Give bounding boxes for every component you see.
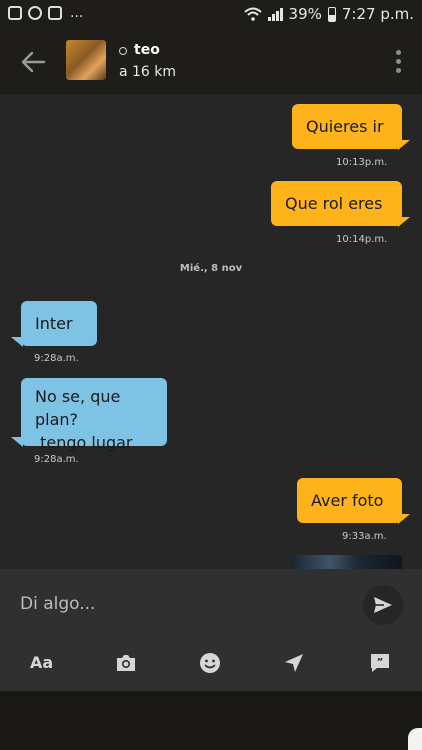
- bubble-tail: [398, 514, 410, 524]
- status-left-icons: ...: [8, 6, 83, 20]
- message-time: 9:33a.m.: [342, 531, 387, 542]
- day-separator: Mié., 8 nov: [179, 263, 243, 274]
- back-arrow-icon[interactable]: [20, 50, 46, 74]
- more-notifications: ...: [70, 5, 84, 21]
- online-status-icon: [119, 47, 127, 55]
- instagram-icon: [48, 6, 62, 20]
- whatsapp-icon: [28, 6, 42, 20]
- status-bar: ... 39% 7:27 p.m.: [0, 0, 422, 30]
- message-bubble-incoming[interactable]: Inter: [21, 301, 97, 346]
- message-time: 9:28a.m.: [34, 454, 79, 465]
- composer: Di algo... Aa ”: [0, 569, 422, 691]
- contact-name[interactable]: teo: [134, 42, 160, 58]
- message-text-line: tengo lugar: [35, 433, 133, 452]
- message-bubble-outgoing[interactable]: Quieres ir: [292, 104, 402, 149]
- wifi-icon: [243, 7, 262, 21]
- scroll-handle[interactable]: [408, 728, 422, 750]
- message-text: Que rol eres: [285, 194, 383, 213]
- send-icon: [374, 597, 392, 613]
- location-icon[interactable]: [282, 651, 306, 675]
- contact-distance: a 16 km: [119, 64, 177, 80]
- avatar[interactable]: [66, 40, 106, 80]
- battery-icon: [327, 6, 336, 22]
- message-list[interactable]: Quieres ir 10:13p.m. Que rol eres 10:14p…: [0, 94, 422, 569]
- message-time: 10:13p.m.: [336, 157, 388, 168]
- send-button[interactable]: [363, 585, 403, 625]
- message-time: 10:14p.m.: [336, 234, 388, 245]
- emoji-icon[interactable]: [198, 651, 222, 675]
- bubble-tail: [398, 140, 410, 150]
- bubble-tail: [11, 337, 23, 347]
- gallery-icon: [8, 6, 22, 20]
- bubble-tail: [11, 437, 23, 447]
- clock: 7:27 p.m.: [341, 5, 414, 23]
- bottom-bar: [0, 691, 422, 750]
- message-text-line: No se, que plan?: [35, 387, 121, 429]
- status-right: 39% 7:27 p.m.: [243, 5, 414, 23]
- message-bubble-outgoing[interactable]: Que rol eres: [271, 181, 402, 226]
- more-options-icon[interactable]: [396, 50, 402, 74]
- signal-icon: [267, 7, 283, 21]
- image-message-thumbnail[interactable]: [292, 555, 402, 569]
- text-format-icon[interactable]: Aa: [30, 653, 60, 677]
- saved-phrases-icon[interactable]: ”: [368, 651, 392, 675]
- bubble-tail: [398, 217, 410, 227]
- message-bubble-outgoing[interactable]: Aver foto: [297, 478, 402, 523]
- message-input[interactable]: Di algo...: [20, 594, 95, 614]
- composer-toolbar: Aa ”: [0, 641, 422, 681]
- message-time: 9:28a.m.: [34, 353, 79, 364]
- camera-icon[interactable]: [114, 651, 138, 675]
- message-text: Quieres ir: [306, 117, 384, 136]
- message-bubble-incoming[interactable]: No se, que plan? tengo lugar: [21, 378, 167, 452]
- chat-header: teo a 16 km: [0, 30, 422, 94]
- battery-percent: 39%: [288, 5, 322, 23]
- message-text: Inter: [35, 314, 73, 333]
- svg-text:”: ”: [377, 657, 384, 668]
- message-text: Aver foto: [311, 491, 384, 510]
